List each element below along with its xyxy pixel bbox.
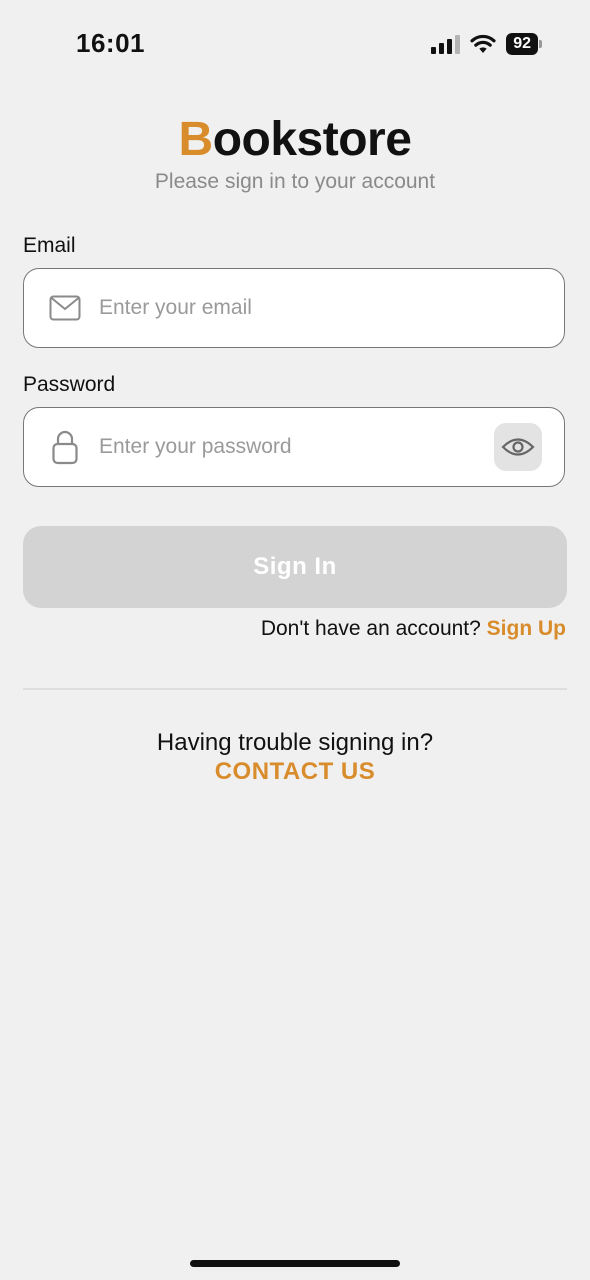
lock-icon	[48, 430, 82, 465]
sign-in-button[interactable]: Sign In	[23, 526, 567, 608]
app-title: Bookstore	[0, 112, 590, 167]
email-field-container	[23, 268, 565, 348]
mail-icon	[48, 291, 82, 325]
password-input[interactable]	[97, 408, 484, 486]
battery-level: 92	[506, 33, 538, 55]
password-label: Password	[23, 373, 116, 396]
status-icons: 92	[431, 32, 542, 56]
trouble-prompt: Having trouble signing in?	[156, 729, 434, 756]
status-time: 16:01	[76, 28, 145, 58]
sign-up-link[interactable]: Sign Up	[487, 617, 566, 640]
divider	[23, 688, 567, 690]
toggle-password-visibility-button[interactable]	[494, 423, 542, 471]
contact-us-link[interactable]: CONTACT US	[0, 758, 590, 786]
email-label: Email	[23, 234, 76, 257]
password-field-container	[23, 407, 565, 487]
eye-icon	[501, 438, 535, 456]
login-screen: 16:01 92 Bookstore Please sign in to you…	[0, 0, 590, 1280]
app-title-first-letter: B	[178, 113, 214, 166]
page-subtitle: Please sign in to your account	[154, 170, 436, 193]
app-title-rest: ookstore	[212, 113, 412, 166]
battery-icon: 92	[506, 33, 542, 55]
signup-row: Don't have an account? Sign Up	[261, 617, 566, 641]
home-indicator	[190, 1260, 400, 1267]
cellular-signal-icon	[431, 34, 461, 54]
wifi-icon	[470, 34, 496, 53]
email-input[interactable]	[97, 269, 484, 347]
signup-prompt: Don't have an account?	[260, 617, 481, 640]
